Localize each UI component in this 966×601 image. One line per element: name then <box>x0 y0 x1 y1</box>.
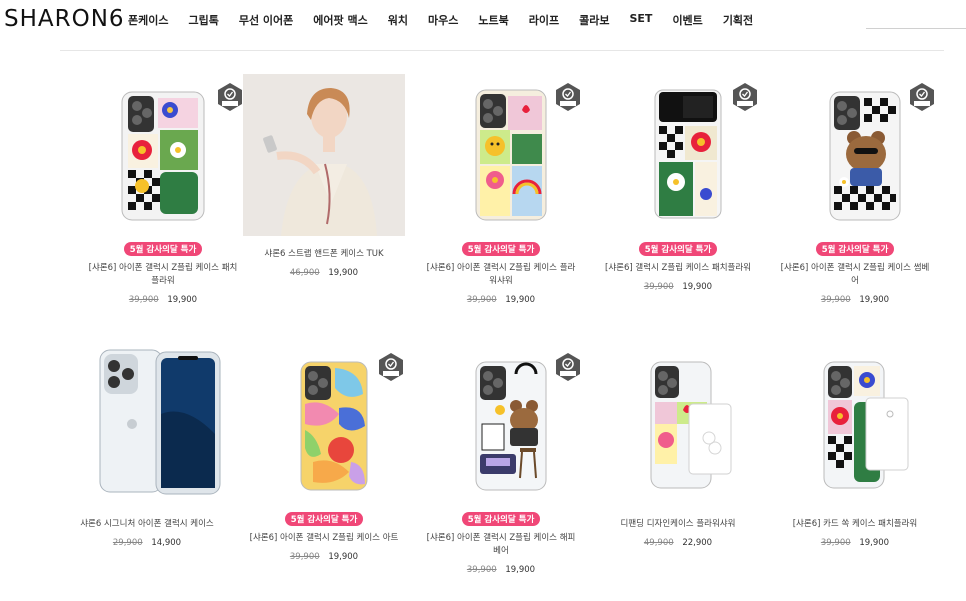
product-image[interactable] <box>66 344 228 506</box>
product-card[interactable]: 5월 감사의달 특가 [샤론6] 아이폰 갤럭시 Z플립 케이스 해피베어 39… <box>412 344 590 575</box>
drop-test-badge-icon <box>910 83 934 111</box>
original-price: 49,900 <box>643 538 674 548</box>
product-image[interactable] <box>243 344 405 506</box>
sale-badge: 5월 감사의달 특가 <box>461 512 541 526</box>
product-image[interactable] <box>597 74 759 236</box>
original-price: 39,900 <box>643 282 674 292</box>
drop-test-badge-icon <box>733 83 757 111</box>
product-prices: 29,900 14,900 <box>58 538 236 548</box>
product-card[interactable]: 5월 감사의달 특가 [샤론6] 갤럭시 Z플립 케이스 패치플라워 39,90… <box>589 74 767 292</box>
product-name[interactable]: [샤론6] 아이폰 갤럭시 Z플립 케이스 썸베어 <box>780 262 930 288</box>
product-name[interactable]: 디팬딩 디자인케이스 플라워샤워 <box>603 518 753 531</box>
model-with-strap-case-photo <box>243 74 405 236</box>
product-name[interactable]: [샤론6] 아이폰 갤럭시 Z플립 케이스 아트 <box>249 532 399 545</box>
product-image[interactable] <box>420 74 582 236</box>
original-price: 29,900 <box>112 538 143 548</box>
product-prices: 39,900 19,900 <box>766 538 944 548</box>
product-prices: 39,900 19,900 <box>412 295 590 305</box>
sale-price: 19,900 <box>505 565 536 575</box>
sale-price: 19,900 <box>505 295 536 305</box>
sale-badge: 5월 감사의달 특가 <box>123 242 203 256</box>
sale-price: 19,900 <box>859 295 890 305</box>
sale-price: 14,900 <box>151 538 182 548</box>
product-prices: 39,900 19,900 <box>235 552 413 562</box>
product-card[interactable]: 샤론6 시그니처 아이폰 갤럭시 케이스 29,900 14,900 <box>58 344 236 548</box>
product-card[interactable]: 디팬딩 디자인케이스 플라워샤워 49,900 22,900 <box>589 344 767 548</box>
product-prices: 46,900 19,900 <box>235 268 413 278</box>
product-name[interactable]: [샤론6] 아이폰 갤럭시 Z플립 케이스 플라워샤워 <box>426 262 576 288</box>
product-card[interactable]: 5월 감사의달 특가 [샤론6] 아이폰 갤럭시 Z플립 케이스 플라워샤워 3… <box>412 74 590 305</box>
product-grid: 5월 감사의달 특가 [샤론6] 아이폰 갤럭시 Z플립 케이스 패치플라워 3… <box>0 0 966 601</box>
product-name[interactable]: [샤론6] 카드 쏙 케이스 패치플라워 <box>780 518 930 531</box>
product-image[interactable] <box>420 344 582 506</box>
product-card[interactable]: [샤론6] 카드 쏙 케이스 패치플라워 39,900 19,900 <box>766 344 944 548</box>
sale-badge: 5월 감사의달 특가 <box>638 242 718 256</box>
drop-test-badge-icon <box>556 83 580 111</box>
drop-test-badge-icon <box>379 353 403 381</box>
product-prices: 39,900 19,900 <box>74 295 252 305</box>
product-prices: 49,900 22,900 <box>589 538 767 548</box>
clear-signature-case-icon <box>99 349 221 495</box>
product-prices: 39,900 19,900 <box>766 295 944 305</box>
sale-price: 19,900 <box>328 268 359 278</box>
product-image[interactable] <box>597 344 759 506</box>
product-name[interactable]: [샤론6] 갤럭시 Z플립 케이스 패치플라워 <box>603 262 753 275</box>
sale-badge: 5월 감사의달 특가 <box>284 512 364 526</box>
original-price: 39,900 <box>289 552 320 562</box>
product-image[interactable] <box>82 74 244 236</box>
sale-price: 19,900 <box>859 538 890 548</box>
product-name[interactable]: 샤론6 스트랩 핸드폰 케이스 TUK <box>249 248 399 261</box>
product-name[interactable]: [샤론6] 아이폰 갤럭시 Z플립 케이스 패치플라워 <box>88 262 238 288</box>
sale-badge: 5월 감사의달 특가 <box>815 242 895 256</box>
product-name[interactable]: [샤론6] 아이폰 갤럭시 Z플립 케이스 해피베어 <box>426 532 576 558</box>
card-case-flower-shower-icon <box>650 361 732 489</box>
product-card[interactable]: 샤론6 스트랩 핸드폰 케이스 TUK 46,900 19,900 <box>235 74 413 278</box>
original-price: 39,900 <box>466 295 497 305</box>
sale-price: 19,900 <box>328 552 359 562</box>
product-card[interactable]: 5월 감사의달 특가 [샤론6] 아이폰 갤럭시 Z플립 케이스 썸베어 39,… <box>766 74 944 305</box>
product-card[interactable]: 5월 감사의달 특가 [샤론6] 아이폰 갤럭시 Z플립 케이스 패치플라워 3… <box>74 74 252 305</box>
product-image[interactable] <box>774 74 936 236</box>
original-price: 39,900 <box>820 538 851 548</box>
product-name[interactable]: 샤론6 시그니처 아이폰 갤럭시 케이스 <box>72 518 222 531</box>
sale-badge: 5월 감사의달 특가 <box>461 242 541 256</box>
original-price: 39,900 <box>128 295 159 305</box>
drop-test-badge-icon <box>556 353 580 381</box>
original-price: 39,900 <box>466 565 497 575</box>
sale-price: 22,900 <box>682 538 713 548</box>
product-image[interactable] <box>774 344 936 506</box>
product-card[interactable]: 5월 감사의달 특가 [샤론6] 아이폰 갤럭시 Z플립 케이스 아트 39,9… <box>235 344 413 562</box>
product-prices: 39,900 19,900 <box>589 282 767 292</box>
original-price: 46,900 <box>289 268 320 278</box>
sale-price: 19,900 <box>167 295 198 305</box>
original-price: 39,900 <box>820 295 851 305</box>
product-image[interactable] <box>243 74 405 236</box>
product-prices: 39,900 19,900 <box>412 565 590 575</box>
sale-price: 19,900 <box>682 282 713 292</box>
card-case-patch-flower-icon <box>823 361 909 489</box>
